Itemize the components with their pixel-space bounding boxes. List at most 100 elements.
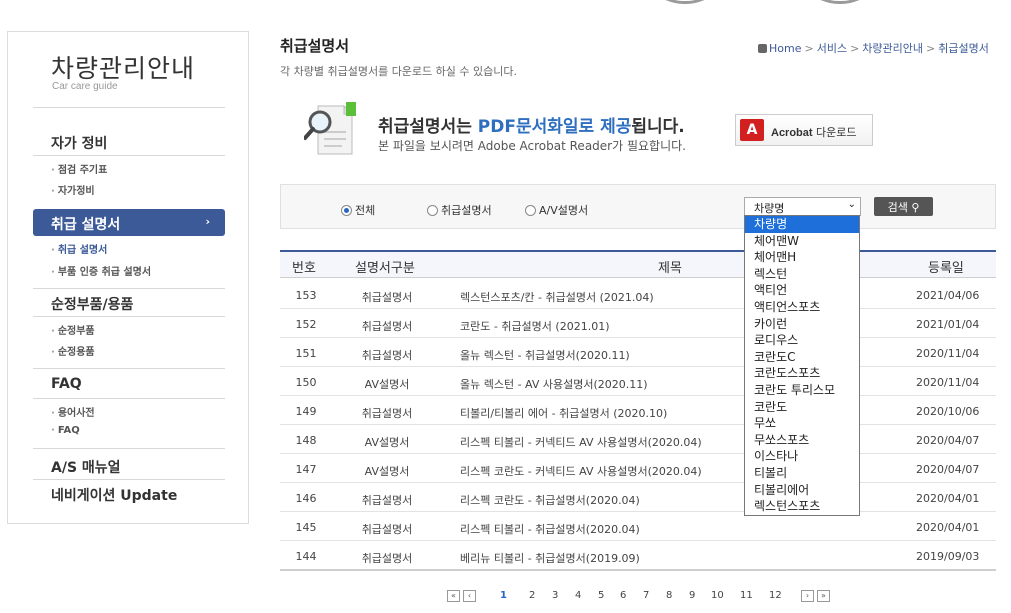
page-link[interactable]: 8	[666, 590, 672, 601]
prev-page-icon[interactable]: ‹	[463, 590, 476, 602]
table-bottom-border	[280, 569, 996, 571]
table-row: 151 취급설명서 올뉴 렉스턴 - 취급설명서(2020.11) 2020/1…	[280, 338, 996, 367]
dropdown-option[interactable]: 이스타나	[745, 448, 859, 465]
sidebar-group-manual[interactable]: 취급 설명서 ›	[33, 209, 225, 236]
page-link[interactable]: 7	[643, 590, 649, 601]
acrobat-download-button[interactable]: A Acrobat 다운로드	[735, 114, 873, 146]
sidebar-group-navigation-update[interactable]: 네비게이션 Update	[51, 485, 177, 505]
dropdown-option[interactable]: 액티언스포츠	[745, 299, 859, 316]
divider	[33, 316, 225, 317]
dropdown-option[interactable]: 코란도C	[745, 349, 859, 366]
row-title-link[interactable]: 베리뉴 티볼리 - 취급설명서(2019.09)	[460, 550, 640, 566]
vehicle-dropdown-list: 차량명 체어맨W 체어맨H 렉스턴 액티언 액티언스포츠 카이런 로디우스 코란…	[744, 215, 860, 516]
sidebar-group-self-maintenance[interactable]: 자가 정비	[51, 133, 107, 153]
page-link[interactable]: 3	[552, 590, 558, 601]
table-header: 번호 설명서구분 제목 등록일	[280, 250, 996, 278]
page-link[interactable]: 11	[740, 590, 753, 601]
sidebar-subtitle: Car care guide	[52, 81, 118, 92]
vehicle-select[interactable]: 차량명 ⌄	[744, 197, 861, 216]
dropdown-option[interactable]: 티볼리	[745, 465, 859, 482]
divider	[33, 288, 225, 289]
breadcrumb: Home > 서비스 > 차량관리안내 > 취급설명서	[758, 40, 989, 56]
row-title-link[interactable]: 리스펙 코란도 - 취급설명서(2020.04)	[460, 492, 640, 508]
dropdown-option[interactable]: 카이런	[745, 316, 859, 333]
radio-icon	[427, 205, 438, 216]
sidebar-item-parts-certified-manual[interactable]: · 부품 인증 취급 설명서	[51, 263, 151, 278]
sidebar: 차량관리안내 Car care guide 자가 정비 · 점검 주기표 · 자가정…	[7, 31, 249, 524]
dropdown-option[interactable]: 체어맨W	[745, 233, 859, 250]
page-title: 취급설명서	[280, 37, 350, 55]
dropdown-option[interactable]: 체어맨H	[745, 249, 859, 266]
radio-all[interactable]: 전체	[341, 202, 375, 218]
home-icon	[758, 44, 767, 53]
breadcrumb-car-care[interactable]: 차량관리안내	[862, 42, 923, 55]
page-link[interactable]: 6	[620, 590, 626, 601]
page-link[interactable]: 1	[500, 590, 507, 601]
document-magnifier-icon	[304, 102, 356, 155]
dropdown-option[interactable]: 렉스턴	[745, 266, 859, 283]
page-link[interactable]: 9	[689, 590, 695, 601]
radio-checked-icon	[341, 205, 352, 216]
chevron-right-icon: ›	[205, 215, 210, 228]
row-title-link[interactable]: 리스펙 티볼리 - 취급설명서(2020.04)	[460, 521, 640, 537]
sidebar-group-genuine-parts[interactable]: 순정부품/용품	[51, 294, 133, 314]
row-title-link[interactable]: 코란도 - 취급설명서 (2021.01)	[460, 318, 610, 334]
divider	[33, 155, 225, 156]
sidebar-item-faq[interactable]: · FAQ	[51, 425, 80, 436]
sidebar-item-glossary[interactable]: · 용어사전	[51, 404, 95, 419]
search-button[interactable]: 검색 ⚲	[874, 197, 933, 216]
radio-av-manual[interactable]: A/V설명서	[525, 202, 588, 218]
sidebar-title: 차량관리안내	[51, 54, 196, 83]
dropdown-option[interactable]: 무쏘스포츠	[745, 432, 859, 449]
dropdown-option[interactable]: 액티언	[745, 282, 859, 299]
next-page-icon[interactable]: ›	[801, 590, 814, 602]
sidebar-item-genuine-parts[interactable]: · 순정부품	[51, 322, 95, 337]
row-title-link[interactable]: 올뉴 렉스턴 - AV 사용설명서(2020.11)	[460, 376, 648, 392]
row-title-link[interactable]: 올뉴 렉스턴 - 취급설명서(2020.11)	[460, 347, 630, 363]
dropdown-option[interactable]: 로디우스	[745, 332, 859, 349]
radio-manual[interactable]: 취급설명서	[427, 202, 492, 218]
page-link[interactable]: 2	[529, 590, 535, 601]
sidebar-group-faq[interactable]: FAQ	[51, 376, 82, 392]
table-row: 152 취급설명서 코란도 - 취급설명서 (2021.01) 2021/01/…	[280, 309, 996, 338]
row-title-link[interactable]: 렉스턴스포츠/칸 - 취급설명서 (2021.04)	[460, 289, 654, 305]
breadcrumb-home[interactable]: Home	[769, 42, 801, 55]
decorative-arc	[795, 0, 885, 4]
table-row: 145 취급설명서 리스펙 티볼리 - 취급설명서(2020.04) 2020/…	[280, 512, 996, 541]
row-title-link[interactable]: 티볼리/티볼리 에어 - 취급설명서 (2020.10)	[460, 405, 667, 421]
dropdown-option[interactable]: 무쏘	[745, 415, 859, 432]
sidebar-item-inspection-schedule[interactable]: · 점검 주기표	[51, 161, 107, 176]
sidebar-item-genuine-accessories[interactable]: · 순정용품	[51, 343, 95, 358]
dropdown-option[interactable]: 코란도	[745, 399, 859, 416]
column-header-type: 설명서구분	[355, 261, 415, 276]
dropdown-option[interactable]: 코란도스포츠	[745, 365, 859, 382]
dropdown-option[interactable]: 렉스턴스포츠	[745, 498, 859, 515]
last-page-icon[interactable]: »	[817, 590, 830, 602]
first-page-icon[interactable]: «	[447, 590, 460, 602]
acrobat-icon: A	[740, 119, 764, 141]
page-link[interactable]: 4	[575, 590, 581, 601]
page-description: 각 차량별 취급설명서를 다운로드 하실 수 있습니다.	[280, 65, 517, 78]
page-link[interactable]: 12	[769, 590, 782, 601]
breadcrumb-manual[interactable]: 취급설명서	[938, 42, 989, 55]
table-row: 150 AV설명서 올뉴 렉스턴 - AV 사용설명서(2020.11) 202…	[280, 367, 996, 396]
table-row: 148 AV설명서 리스펙 티볼리 - 커넥티드 AV 사용설명서(2020.0…	[280, 425, 996, 454]
dropdown-option[interactable]: 티볼리에어	[745, 482, 859, 499]
breadcrumb-service[interactable]: 서비스	[817, 42, 847, 55]
page-link[interactable]: 10	[711, 590, 724, 601]
dropdown-option[interactable]: 차량명	[745, 216, 859, 233]
sidebar-item-manual[interactable]: · 취급 설명서	[51, 241, 107, 256]
column-header-no: 번호	[292, 261, 316, 276]
column-header-title: 제목	[658, 261, 682, 276]
decorative-arc	[640, 0, 730, 4]
sidebar-item-self-maintenance[interactable]: · 자가정비	[51, 182, 95, 197]
divider	[33, 398, 225, 399]
sidebar-group-as-manual[interactable]: A/S 매뉴얼	[51, 457, 121, 477]
table-row: 147 AV설명서 리스펙 코란도 - 커넥티드 AV 사용설명서(2020.0…	[280, 454, 996, 483]
divider	[33, 448, 225, 449]
row-title-link[interactable]: 리스펙 티볼리 - 커넥티드 AV 사용설명서(2020.04)	[460, 434, 702, 450]
dropdown-option[interactable]: 코란도 투리스모	[745, 382, 859, 399]
page-link[interactable]: 5	[598, 590, 604, 601]
row-title-link[interactable]: 리스펙 코란도 - 커넥티드 AV 사용설명서(2020.04)	[460, 463, 702, 479]
banner-headline: 취급설명서는 PDF문서화일로 제공됩니다.	[378, 117, 685, 137]
